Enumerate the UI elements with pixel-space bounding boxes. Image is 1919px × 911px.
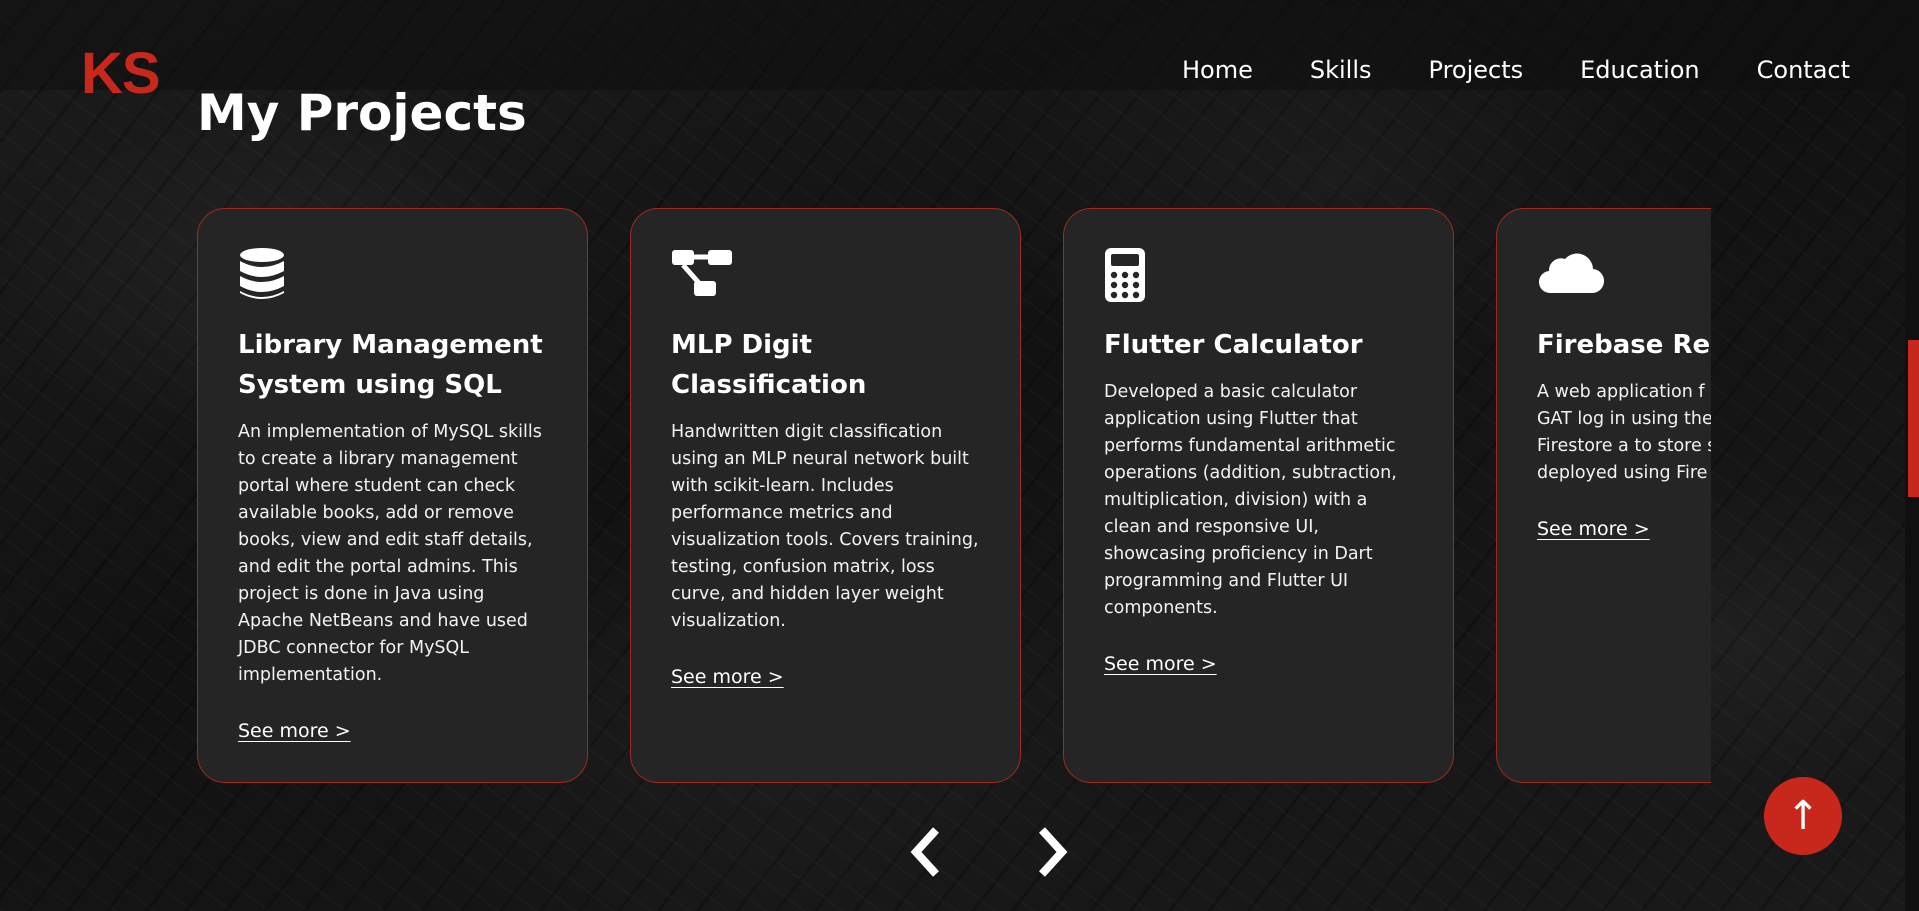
cloud-icon — [1537, 247, 1605, 303]
project-title: Library Management System using SQL — [238, 330, 543, 400]
project-card-firebase: Firebase Regi App A web application f re… — [1496, 208, 1711, 783]
see-more-link[interactable]: See more > — [238, 720, 351, 742]
chevron-left-icon — [910, 827, 939, 877]
see-more-link[interactable]: See more > — [1537, 518, 1650, 540]
carousel-next-button[interactable] — [1022, 822, 1082, 882]
calculator-icon — [1104, 247, 1156, 303]
main-nav: Home Skills Projects Education Contact — [1182, 56, 1850, 84]
see-more-link[interactable]: See more > — [1104, 653, 1217, 675]
nav-link-projects[interactable]: Projects — [1429, 56, 1524, 84]
project-description: An implementation of MySQL skills to cre… — [238, 422, 542, 685]
carousel-prev-button[interactable] — [896, 822, 956, 882]
project-card-calculator: Flutter Calculator Developed a basic cal… — [1063, 208, 1454, 783]
nav-link-education[interactable]: Education — [1580, 56, 1699, 84]
nav-link-skills[interactable]: Skills — [1310, 56, 1372, 84]
chevron-right-icon — [1039, 827, 1068, 877]
projects-carousel: Library Management System using SQL An i… — [197, 208, 1711, 788]
site-logo[interactable]: KS — [81, 45, 161, 103]
project-description: Developed a basic calculator application… — [1104, 382, 1397, 618]
project-title: Firebase Regi App — [1537, 330, 1711, 360]
project-title: Flutter Calculator — [1104, 330, 1363, 360]
scrollbar-thumb[interactable] — [1908, 340, 1919, 497]
project-card-library: Library Management System using SQL An i… — [197, 208, 588, 783]
nav-link-home[interactable]: Home — [1182, 56, 1253, 84]
diagram-project-icon — [671, 247, 732, 303]
scroll-to-top-button[interactable]: ↑ — [1764, 777, 1842, 855]
nav-link-contact[interactable]: Contact — [1757, 56, 1850, 84]
section-title: My Projects — [197, 84, 527, 142]
project-title: MLP Digit Classification — [671, 330, 867, 400]
project-description: A web application f register for the GAT… — [1537, 382, 1711, 483]
see-more-link[interactable]: See more > — [671, 666, 784, 688]
project-description: Handwritten digit classification using a… — [671, 422, 979, 631]
project-card-mlp: MLP Digit Classification Handwritten dig… — [630, 208, 1021, 783]
database-icon — [238, 247, 290, 303]
